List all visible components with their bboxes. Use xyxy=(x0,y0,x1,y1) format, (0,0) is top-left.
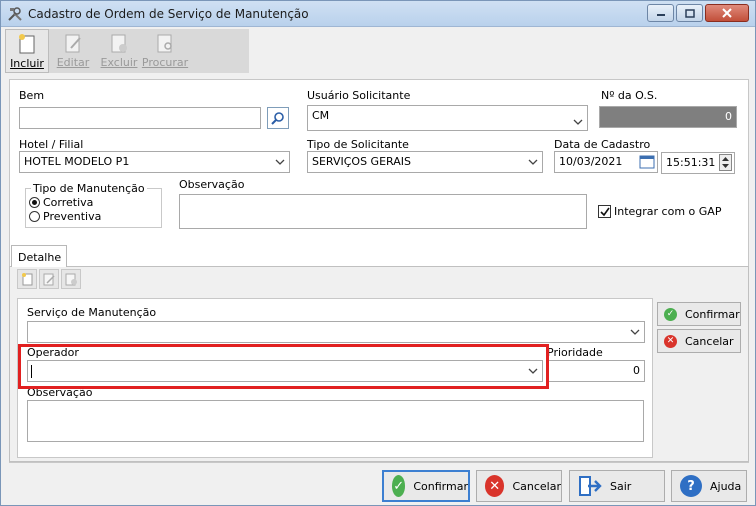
highlight-box xyxy=(18,344,549,389)
chevron-down-icon xyxy=(630,329,640,335)
main-window: Cadastro de Ordem de Serviço de Manutenç… xyxy=(0,0,756,506)
check-circle-icon: ✓ xyxy=(392,475,406,497)
help-icon: ? xyxy=(680,475,702,497)
maximize-button[interactable] xyxy=(676,4,703,22)
close-icon xyxy=(722,8,732,18)
time-spinner[interactable] xyxy=(719,154,732,171)
check-circle-icon: ✓ xyxy=(664,307,677,321)
tab-detalhe[interactable]: Detalhe xyxy=(11,245,67,267)
editar-button[interactable]: Editar xyxy=(51,29,95,73)
minimize-icon xyxy=(656,14,665,16)
incluir-button[interactable]: Incluir xyxy=(5,29,49,73)
detail-cancelar-button[interactable]: ✕ Cancelar xyxy=(657,329,741,353)
detail-observacao-textarea[interactable] xyxy=(27,400,644,442)
usuario-label: Usuário Solicitante xyxy=(307,89,411,102)
bem-label: Bem xyxy=(19,89,45,102)
radio-preventiva[interactable]: Preventiva xyxy=(29,210,101,223)
sair-button[interactable]: Sair xyxy=(569,470,665,502)
servico-combo[interactable] xyxy=(27,321,645,343)
tipo-manutencao-label: Tipo de Manutenção xyxy=(31,182,147,195)
calendar-icon[interactable] xyxy=(639,154,655,170)
toolbar: Incluir Editar Excluir Procurar xyxy=(5,29,189,73)
detail-toolbar xyxy=(17,269,81,289)
prioridade-label: Prioridade xyxy=(547,346,603,359)
excluir-button[interactable]: Excluir xyxy=(97,29,141,73)
cancel-circle-icon: ✕ xyxy=(485,475,505,497)
radio-corretiva[interactable]: Corretiva xyxy=(29,196,93,209)
prioridade-input[interactable]: 0 xyxy=(547,360,645,382)
minimize-button[interactable] xyxy=(647,4,674,22)
detail-edit-button[interactable] xyxy=(39,269,59,289)
tipo-solicitante-label: Tipo de Solicitante xyxy=(307,138,409,151)
ajuda-button[interactable]: ? Ajuda xyxy=(671,470,747,502)
detail-confirmar-button[interactable]: ✓ Confirmar xyxy=(657,302,741,326)
hotel-combo[interactable]: HOTEL MODELO P1 xyxy=(19,151,290,173)
nos-field: 0 xyxy=(599,106,737,128)
tools-icon xyxy=(8,7,22,21)
new-document-icon xyxy=(22,273,33,286)
close-button[interactable] xyxy=(705,4,749,22)
bem-search-button[interactable] xyxy=(267,107,289,129)
chevron-down-icon xyxy=(573,119,583,125)
exit-door-icon xyxy=(579,476,602,496)
observacao-label: Observação xyxy=(179,178,245,191)
search-document-icon xyxy=(157,34,172,53)
cancelar-button[interactable]: ✕ Cancelar xyxy=(476,470,562,502)
chevron-down-icon xyxy=(275,159,285,165)
data-cadastro-label: Data de Cadastro xyxy=(554,138,651,151)
tipo-solicitante-combo[interactable]: SERVIÇOS GERAIS xyxy=(307,151,543,173)
nos-label: Nº da O.S. xyxy=(601,89,658,102)
edit-document-icon xyxy=(43,273,55,286)
integrar-gap-checkbox[interactable]: Integrar com o GAP xyxy=(598,205,721,218)
window-title: Cadastro de Ordem de Serviço de Manutenç… xyxy=(28,7,309,21)
procurar-button[interactable]: Procurar xyxy=(142,29,188,73)
cancel-circle-icon: ✕ xyxy=(664,334,677,348)
title-bar: Cadastro de Ordem de Serviço de Manutenç… xyxy=(1,1,755,27)
confirmar-button[interactable]: ✓ Confirmar xyxy=(382,470,470,502)
new-document-icon xyxy=(19,34,35,54)
chevron-down-icon xyxy=(528,159,538,165)
observacao-textarea[interactable] xyxy=(179,194,587,229)
delete-document-icon xyxy=(65,273,77,286)
servico-label: Serviço de Manutenção xyxy=(27,306,157,319)
maximize-icon xyxy=(684,8,695,18)
bem-input[interactable] xyxy=(19,107,261,129)
check-icon xyxy=(599,207,610,216)
spin-up-down-icon xyxy=(722,157,729,168)
detail-delete-button[interactable] xyxy=(61,269,81,289)
delete-document-icon xyxy=(111,34,127,53)
edit-document-icon xyxy=(65,34,81,53)
hotel-label: Hotel / Filial xyxy=(19,138,84,151)
search-icon xyxy=(271,112,284,125)
detail-add-button[interactable] xyxy=(17,269,37,289)
usuario-combo[interactable]: CM xyxy=(307,105,588,131)
